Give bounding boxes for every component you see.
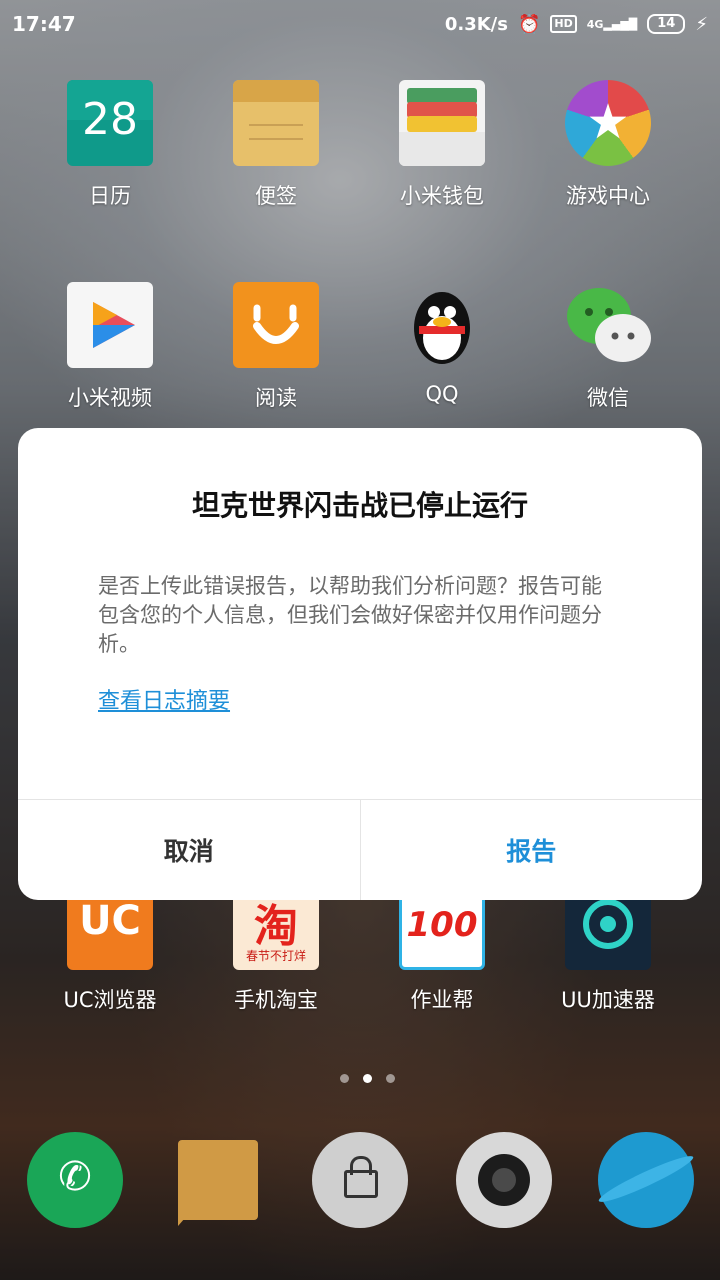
view-log-link[interactable]: 查看日志摘要 — [98, 683, 230, 715]
status-right: 0.3K/s ⏰ HD 4G▂▄▆█ 14 ⚡ — [445, 14, 708, 35]
browser-icon — [595, 1150, 697, 1208]
app-label: UC浏览器 — [63, 988, 157, 1012]
app-label: UU加速器 — [561, 988, 655, 1012]
app-video[interactable]: 小米视频 — [50, 282, 170, 412]
signal-icon: 4G▂▄▆█ — [586, 17, 638, 31]
app-label: 日历 — [89, 184, 131, 208]
calendar-date: 28 — [82, 94, 138, 145]
app-label: 手机淘宝 — [234, 988, 318, 1012]
status-time: 17:47 — [12, 12, 76, 36]
battery-level: 14 — [657, 16, 676, 31]
dock-camera[interactable] — [456, 1132, 552, 1228]
app-label: 阅读 — [255, 386, 297, 410]
app-wechat[interactable]: 微信 — [548, 282, 668, 412]
page-dot — [386, 1074, 395, 1083]
page-dot-active — [363, 1074, 372, 1083]
wechat-icon — [565, 282, 651, 368]
calendar-icon: 28 — [67, 80, 153, 166]
dock-phone[interactable]: ✆ — [27, 1132, 123, 1228]
dialog-message: 是否上传此错误报告，以帮助我们分析问题？报告可能包含您的个人信息，但我们会做好保… — [98, 574, 602, 656]
dialog-buttons: 取消 报告 — [18, 799, 702, 900]
app-game-center[interactable]: ★ 游戏中心 — [548, 80, 668, 210]
status-bar: 17:47 0.3K/s ⏰ HD 4G▂▄▆█ 14 ⚡ — [0, 0, 720, 48]
taobao-sub: 春节不打烊 — [245, 949, 306, 963]
app-calendar[interactable]: 28 日历 — [50, 80, 170, 210]
app-label: 小米钱包 — [400, 184, 484, 208]
app-wallet[interactable]: 小米钱包 — [382, 80, 502, 210]
cancel-button[interactable]: 取消 — [18, 800, 361, 900]
app-uu-accelerator[interactable]: UU加速器 — [548, 884, 668, 1014]
app-taobao[interactable]: 淘 春节不打烊 手机淘宝 — [216, 884, 336, 1014]
report-button[interactable]: 报告 — [361, 800, 703, 900]
dock-browser[interactable] — [595, 1132, 697, 1228]
app-uc-browser[interactable]: UC UC浏览器 — [50, 884, 170, 1014]
app-label: 小米视频 — [68, 386, 152, 410]
network-speed: 0.3K/s — [444, 13, 508, 35]
app-label: QQ — [425, 382, 459, 406]
battery-icon: 14 — [647, 14, 686, 34]
phone-icon: ✆ — [58, 1154, 92, 1200]
dialog-title: 坦克世界闪击战已停止运行 — [191, 489, 528, 522]
dock-messages[interactable] — [178, 1140, 258, 1226]
app-label: 微信 — [587, 386, 629, 410]
wallet-icon — [399, 80, 485, 166]
dock-lock[interactable] — [312, 1132, 408, 1228]
app-label: 作业帮 — [410, 988, 474, 1012]
alarm-icon: ⏰ — [517, 13, 541, 35]
page-indicator — [340, 1074, 395, 1083]
app-label: 游戏中心 — [566, 184, 650, 208]
charging-icon: ⚡ — [695, 13, 708, 35]
app-zuoyebang[interactable]: 100 作业帮 — [382, 884, 502, 1014]
hd-icon: HD — [550, 15, 577, 33]
game-center-icon: ★ — [565, 80, 651, 166]
messages-icon — [178, 1210, 192, 1226]
video-icon — [67, 282, 153, 368]
crash-dialog: 坦克世界闪击战已停止运行 是否上传此错误报告，以帮助我们分析问题？报告可能包含您… — [18, 428, 702, 900]
zuoyebang-number: 100 — [406, 905, 478, 945]
app-qq[interactable]: QQ — [382, 282, 502, 406]
qq-icon — [399, 282, 485, 368]
page-dot — [340, 1074, 349, 1083]
app-reader[interactable]: 阅读 — [216, 282, 336, 412]
network-type: 4G — [586, 17, 604, 31]
app-label: 便签 — [255, 184, 297, 208]
notes-icon — [233, 80, 319, 166]
reader-icon — [233, 282, 319, 368]
app-notes[interactable]: 便签 — [216, 80, 336, 210]
